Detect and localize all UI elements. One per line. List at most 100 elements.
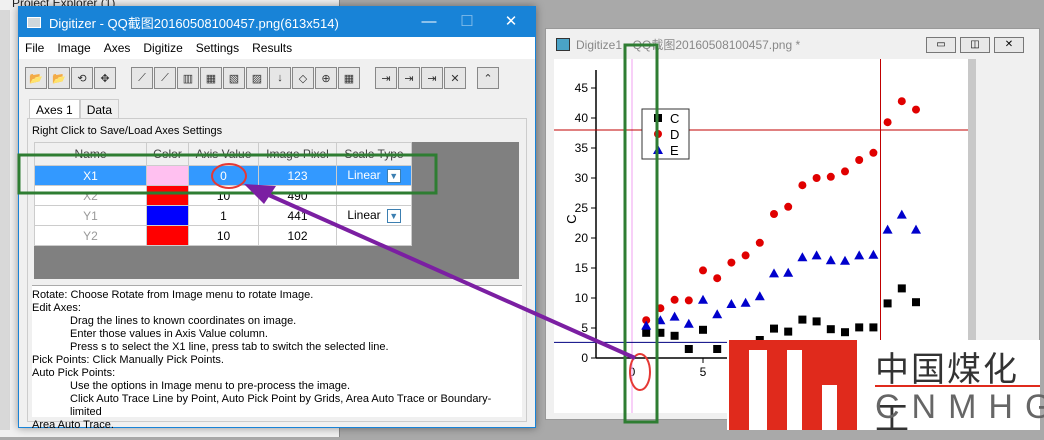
help-text: Rotate: Choose Rotate from Image menu to… xyxy=(32,285,522,431)
point-d xyxy=(869,148,878,157)
axis-color-swatch[interactable] xyxy=(146,185,189,206)
axis-value-cell[interactable]: 1 xyxy=(188,205,259,226)
axis-row-x2[interactable]: X2 10 490 xyxy=(34,185,412,206)
axis-row-y1[interactable]: Y1 1 441 Linear ▼ xyxy=(34,205,412,226)
col-scale-type: Scale Type xyxy=(336,142,412,166)
point-c xyxy=(826,325,835,334)
axis-color-swatch[interactable] xyxy=(146,165,189,186)
go-to-data-icon[interactable]: ⇥ xyxy=(375,67,397,89)
go-to-peaks-icon[interactable]: ⇥ xyxy=(421,67,443,89)
axis-row-y2[interactable]: Y2 10 102 xyxy=(34,225,412,246)
axis-value-cell[interactable]: 10 xyxy=(188,225,259,246)
axis-row-x1[interactable]: X1 0 123 Linear ▼ xyxy=(34,165,412,186)
point-d xyxy=(798,181,807,190)
point-d xyxy=(912,105,920,114)
menu-settings[interactable]: Settings xyxy=(196,41,239,55)
edit-axes-icon[interactable]: ⟋ xyxy=(131,67,153,89)
point-e xyxy=(655,315,666,325)
y-tick-label: 30 xyxy=(575,171,589,185)
y-tick-label: 25 xyxy=(575,201,589,215)
close-button[interactable]: ✕ xyxy=(491,7,531,37)
col-image-pixel: Image Pixel xyxy=(258,142,337,166)
maximize-button[interactable]: ☐ xyxy=(447,7,487,37)
y-tick-label: 15 xyxy=(575,261,589,275)
image-pixel-cell[interactable]: 102 xyxy=(258,225,337,246)
scale-type-cell[interactable] xyxy=(336,185,412,206)
menu-results[interactable]: Results xyxy=(252,41,292,55)
scale-type-cell[interactable] xyxy=(336,225,412,246)
add-point-icon[interactable]: ⊕ xyxy=(315,67,337,89)
sort-icon[interactable]: ↓ xyxy=(269,67,291,89)
window-title: Digitizer - QQ截图20160508100457.png(613x5… xyxy=(49,15,339,31)
point-d xyxy=(656,304,665,313)
help-line: Rotate: Choose Rotate from Image menu to… xyxy=(32,289,314,301)
graph-close-button[interactable]: ✕ xyxy=(994,37,1024,53)
point-d xyxy=(770,210,778,218)
watermark-divider xyxy=(875,385,1040,387)
axis-name: Y2 xyxy=(34,225,147,246)
grid-pick-icon[interactable]: ▦ xyxy=(200,67,222,89)
point-e xyxy=(783,267,794,277)
point-e xyxy=(854,250,865,260)
point-e xyxy=(669,311,680,321)
menu-axes[interactable]: Axes xyxy=(104,41,131,55)
help-line: Drag the lines to known coordinates on i… xyxy=(70,315,297,327)
remove-grid-icon[interactable]: ▦ xyxy=(338,67,360,89)
point-c xyxy=(869,323,878,332)
help-line: Press s to select the X1 line, press tab… xyxy=(70,341,389,353)
side-strip xyxy=(0,10,10,430)
menu-image[interactable]: Image xyxy=(57,41,90,55)
point-c xyxy=(798,315,807,324)
y-tick-label: 10 xyxy=(575,291,589,305)
image-pixel-cell[interactable]: 441 xyxy=(258,205,337,226)
delete-icon[interactable]: ✕ xyxy=(444,67,466,89)
hint-text: Right Click to Save/Load Axes Settings xyxy=(32,125,223,137)
point-d xyxy=(741,251,750,260)
menu-file[interactable]: File xyxy=(25,41,44,55)
point-c xyxy=(656,328,665,337)
graph-minimize-button[interactable]: ▭ xyxy=(926,37,956,53)
point-c xyxy=(897,284,906,293)
tag-icon[interactable]: ◇ xyxy=(292,67,314,89)
point-c xyxy=(784,327,793,336)
point-c xyxy=(841,328,849,337)
image-pixel-cell[interactable]: 490 xyxy=(258,185,337,206)
axis-color-swatch[interactable] xyxy=(146,225,189,246)
point-d xyxy=(855,156,864,164)
go-to-graph-icon[interactable]: ⇥ xyxy=(398,67,420,89)
collapse-icon[interactable]: ⌃ xyxy=(477,67,499,89)
open-color-folder-icon[interactable]: 📂 xyxy=(48,67,70,89)
help-line: Auto Pick Points: xyxy=(32,367,116,379)
scale-type-cell[interactable]: Linear ▼ xyxy=(336,165,412,186)
move-icon[interactable]: ✥ xyxy=(94,67,116,89)
y-tick-label: 35 xyxy=(575,141,589,155)
open-folder-icon[interactable]: 📂 xyxy=(25,67,47,89)
chevron-down-icon[interactable]: ▼ xyxy=(386,208,401,223)
axis-value-cell[interactable]: 0 xyxy=(188,165,259,186)
y-tick-label: 20 xyxy=(575,231,589,245)
point-d xyxy=(812,174,821,182)
point-c xyxy=(855,323,864,332)
menu-digitize[interactable]: Digitize xyxy=(143,41,182,55)
chevron-down-icon[interactable]: ▼ xyxy=(386,168,401,183)
scale-type-value: Linear xyxy=(347,168,381,183)
point-c xyxy=(912,298,920,307)
pick-points-icon[interactable]: ⟋ xyxy=(154,67,176,89)
auto-trace-icon[interactable]: ▥ xyxy=(177,67,199,89)
minimize-button[interactable]: — xyxy=(409,7,449,37)
point-c xyxy=(684,345,693,353)
boundary-trace-icon[interactable]: ▨ xyxy=(246,67,268,89)
axes-panel: Right Click to Save/Load Axes Settings N… xyxy=(27,118,527,431)
axis-color-swatch[interactable] xyxy=(146,205,189,226)
axis-value-cell[interactable]: 10 xyxy=(188,185,259,206)
image-pixel-cell[interactable]: 123 xyxy=(258,165,337,186)
title-bar[interactable]: Digitizer - QQ截图20160508100457.png(613x5… xyxy=(19,7,535,37)
legend-box xyxy=(641,108,690,160)
legend-marker-d xyxy=(654,130,662,138)
area-trace-icon[interactable]: ▧ xyxy=(223,67,245,89)
rotate-icon[interactable]: ⟲ xyxy=(71,67,93,89)
point-e xyxy=(896,209,907,219)
axis-name: X2 xyxy=(34,185,147,206)
graph-restore-button[interactable]: ◫ xyxy=(960,37,990,53)
scale-type-cell[interactable]: Linear ▼ xyxy=(336,205,412,226)
